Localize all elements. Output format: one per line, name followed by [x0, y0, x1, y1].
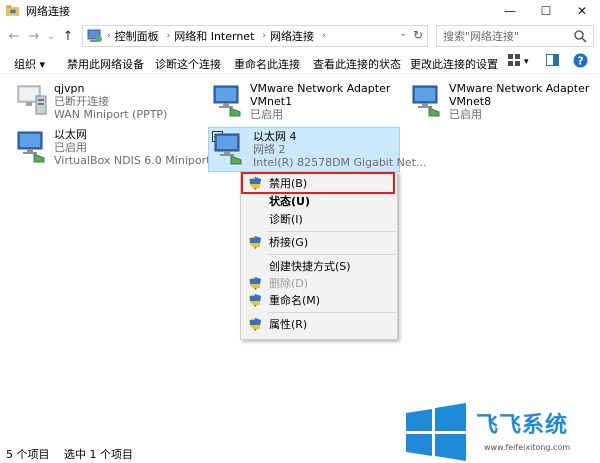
connection-item-vmnet1[interactable]: VMware Network Adapter VMnet1 已启用 — [210, 82, 400, 124]
connection-item-ethernet[interactable]: 以太网 已启用 VirtualBox NDIS 6.0 Miniport ... — [14, 128, 224, 170]
preview-pane-icon[interactable] — [546, 54, 559, 69]
breadcrumb-separator-icon[interactable]: › — [322, 31, 326, 41]
item-name: 以太网 — [54, 128, 87, 141]
menu-item-label: 诊断(I) — [269, 213, 303, 226]
item-name: VMware Network Adapter — [449, 82, 590, 95]
address-bar-row: ← → ⌄ ↑ › 控制面板 › 网络和 Internet › 网络连接 › ⌄… — [0, 22, 600, 50]
ethernet-adapter-icon — [412, 85, 440, 117]
uac-shield-icon — [249, 294, 261, 307]
item-device: Intel(R) 82578DM Gigabit Net... — [253, 156, 427, 169]
view-status-button[interactable]: 查看此连接的状态 — [313, 56, 401, 72]
item-count: 5 个项目 — [6, 448, 50, 461]
item-status: 已断开连接 — [54, 95, 109, 108]
watermark: 飞飞系统 www.feifeixitong.com — [404, 403, 600, 463]
item-device: WAN Miniport (PPTP) — [54, 108, 168, 121]
address-field[interactable]: › 控制面板 › 网络和 Internet › 网络连接 › ⌄ ↻ — [82, 25, 428, 47]
item-subname: VMnet8 — [449, 95, 492, 108]
vpn-connection-icon — [17, 85, 47, 115]
item-name: 以太网 4 — [253, 130, 297, 143]
breadcrumb-separator-icon[interactable]: › — [262, 31, 266, 41]
uac-shield-icon — [249, 277, 261, 290]
menu-item-diagnose[interactable]: 诊断(I) — [241, 211, 397, 229]
network-folder-icon — [6, 5, 20, 16]
menu-item-label: 创建快捷方式(S) — [269, 260, 351, 273]
menu-item-delete: 删除(D) — [241, 275, 397, 293]
item-status: 已启用 — [250, 108, 283, 121]
search-input[interactable]: 搜索"网络连接" — [436, 25, 594, 47]
organize-button[interactable]: 组织 ▾ — [14, 56, 45, 72]
menu-item-status[interactable]: 状态(U) — [241, 193, 397, 211]
menu-item-label: 状态(U) — [269, 195, 310, 208]
help-icon[interactable]: ? — [573, 53, 588, 71]
menu-separator — [267, 231, 395, 232]
breadcrumb-control-panel[interactable]: 控制面板 — [115, 28, 159, 44]
ethernet-adapter-icon — [213, 85, 241, 117]
item-status: 已启用 — [54, 141, 87, 154]
svg-text:?: ? — [577, 55, 583, 68]
forward-arrow-icon[interactable]: → — [24, 29, 44, 44]
uac-shield-icon — [249, 236, 261, 249]
menu-item-create-shortcut[interactable]: 创建快捷方式(S) — [241, 258, 397, 276]
search-placeholder: 搜索"网络连接" — [443, 30, 520, 43]
item-status: 已启用 — [449, 108, 482, 121]
breadcrumb-separator-icon[interactable]: › — [107, 31, 111, 41]
item-name: qjvpn — [54, 82, 85, 95]
breadcrumb-network-connections[interactable]: 网络连接 — [270, 28, 314, 44]
control-panel-icon — [87, 29, 102, 42]
menu-separator — [267, 254, 395, 255]
breadcrumb-network-internet[interactable]: 网络和 Internet — [174, 28, 254, 44]
back-arrow-icon[interactable]: ← — [4, 29, 24, 44]
view-dropdown-icon[interactable]: ▾ — [524, 57, 529, 67]
ethernet-adapter-icon — [17, 131, 45, 163]
menu-separator — [267, 312, 395, 313]
menu-item-properties[interactable]: 属性(R) — [241, 316, 397, 334]
diagnose-button[interactable]: 诊断这个连接 — [155, 56, 221, 72]
maximize-button[interactable]: ☐ — [528, 0, 564, 22]
connection-item-qjvpn[interactable]: qjvpn 已断开连接 WAN Miniport (PPTP) — [14, 82, 204, 124]
uac-shield-icon — [249, 318, 261, 331]
address-dropdown-icon[interactable]: ⌄ — [399, 29, 407, 39]
up-arrow-icon[interactable]: ↑ — [58, 29, 78, 44]
ethernet-adapter-icon — [214, 133, 242, 165]
menu-item-label: 重命名(M) — [269, 294, 321, 307]
watermark-brand: 飞飞系统 — [476, 413, 569, 438]
watermark-url: www.feifeixitong.com — [484, 443, 571, 452]
rename-button[interactable]: 重命名此连接 — [234, 56, 300, 72]
window-title: 网络连接 — [26, 5, 70, 18]
menu-item-rename[interactable]: 重命名(M) — [241, 292, 397, 310]
change-view-icon[interactable] — [508, 54, 520, 69]
item-name: VMware Network Adapter — [250, 82, 391, 95]
selected-count: 选中 1 个项目 — [64, 448, 133, 461]
refresh-icon[interactable]: ↻ — [413, 28, 423, 42]
context-menu: 禁用(B) 状态(U) 诊断(I) 桥接(G) 创建快捷方式(S) 删除(D) … — [240, 171, 398, 340]
change-settings-button[interactable]: 更改此连接的设置 — [410, 56, 498, 72]
item-subname: VMnet1 — [250, 95, 293, 108]
breadcrumb-separator-icon[interactable]: › — [167, 31, 171, 41]
connection-item-vmnet8[interactable]: VMware Network Adapter VMnet8 已启用 — [409, 82, 599, 124]
disable-device-button[interactable]: 禁用此网络设备 — [67, 56, 144, 72]
highlight-annotation-box — [241, 172, 395, 194]
menu-item-label: 桥接(G) — [269, 236, 309, 249]
menu-item-bridge[interactable]: 桥接(G) — [241, 234, 397, 252]
search-icon[interactable] — [573, 29, 587, 43]
menu-item-label: 属性(R) — [269, 318, 308, 331]
connection-item-ethernet-4[interactable]: 以太网 4 网络 2 Intel(R) 82578DM Gigabit Net.… — [208, 127, 426, 172]
menu-item-label: 删除(D) — [269, 277, 309, 290]
title-bar: 网络连接 — ☐ ✕ — [0, 0, 600, 22]
item-network: 网络 2 — [253, 143, 286, 156]
windows-logo-icon — [406, 403, 466, 461]
item-device: VirtualBox NDIS 6.0 Miniport ... — [54, 154, 225, 167]
close-button[interactable]: ✕ — [564, 0, 600, 22]
command-bar: 组织 ▾ 禁用此网络设备 诊断这个连接 重命名此连接 查看此连接的状态 更改此连… — [0, 52, 600, 74]
recent-locations-icon[interactable]: ⌄ — [44, 31, 58, 42]
minimize-button[interactable]: — — [492, 0, 528, 22]
